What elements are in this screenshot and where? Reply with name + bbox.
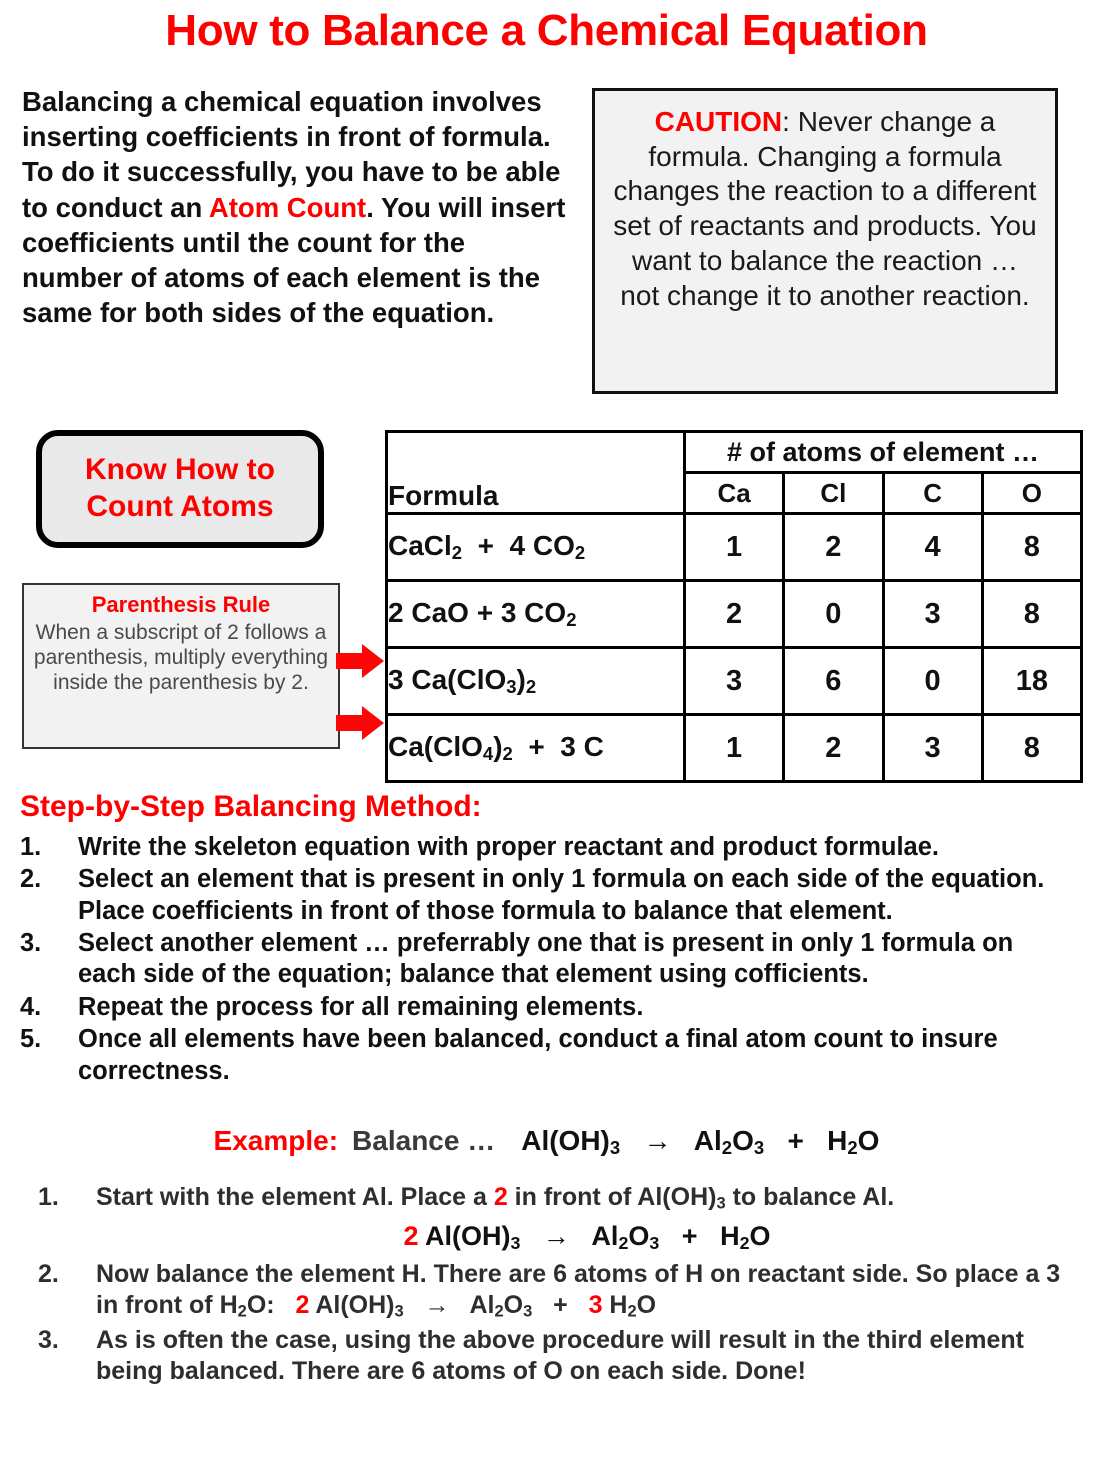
table-row: Ca(ClO4)2 + 3 C 1 2 3 8	[385, 713, 1084, 783]
table-cell-ca: 2	[682, 579, 786, 649]
know-box-line2: Count Atoms	[86, 490, 274, 523]
steps-list: 1. Write the skeleton equation with prop…	[20, 832, 1075, 1088]
example-step-text: Now balance the element H. There are 6 a…	[96, 1260, 1061, 1321]
example-step-item: 3. As is often the case, using the above…	[38, 1325, 1078, 1387]
table-header-formula: Formula	[385, 430, 686, 515]
example-steps-list: 1. Start with the element Al. Place a 2 …	[38, 1182, 1078, 1390]
table-header-span: # of atoms of element …	[683, 430, 1083, 474]
table-cell-ca: 3	[682, 646, 786, 716]
table-cell-c: 3	[881, 713, 984, 783]
step-item: 4. Repeat the process for all remaining …	[20, 992, 1075, 1023]
table-cell-cl: 0	[782, 579, 885, 649]
table-cell-ca: 1	[682, 713, 786, 783]
intro-highlight-atom-count: Atom Count	[208, 191, 367, 223]
arrow-head	[362, 706, 384, 740]
table-cell-c: 4	[881, 512, 984, 582]
arrow-shaft	[336, 715, 364, 731]
table-header-element-c: C	[881, 471, 984, 515]
caution-label: CAUTION	[654, 106, 783, 137]
example-headline: Example: Balance … Al(OH)3 → Al2O3 + H2O	[0, 1125, 1093, 1159]
know-box-text: Know How to Count Atoms	[85, 452, 275, 525]
example-step-number: 3.	[38, 1326, 59, 1355]
table-cell-formula: 3 Ca(ClO3)2	[385, 646, 686, 716]
parenthesis-rule-body: When a subscript of 2 follows a parenthe…	[33, 620, 329, 694]
example-step-text: As is often the case, using the above pr…	[96, 1326, 1024, 1386]
example-step-number: 2.	[38, 1260, 59, 1289]
table-row: 2 CaO + 3 CO2 2 0 3 8	[385, 579, 1084, 649]
know-how-to-count-atoms-box: Know How to Count Atoms	[36, 430, 324, 548]
caution-box: CAUTION: Never change a formula. Changin…	[592, 88, 1058, 394]
example-balance-word: Balance …	[352, 1125, 496, 1156]
step-text: Repeat the process for all remaining ele…	[78, 992, 644, 1021]
step-text: Select another element … preferrably one…	[78, 929, 1014, 989]
step-number: 4.	[20, 992, 42, 1021]
right-arrow-icon-row4	[336, 706, 384, 740]
example-step-body: Start with the element Al. Place a 2 in …	[96, 1182, 1078, 1256]
example-step-item: 1. Start with the element Al. Place a 2 …	[38, 1182, 1078, 1256]
table-row: CaCl2 + 4 CO2 1 2 4 8	[385, 512, 1084, 582]
step-number: 2.	[20, 865, 42, 894]
parenthesis-rule-title: Parenthesis Rule	[91, 592, 271, 617]
table-cell-o: 8	[980, 512, 1084, 582]
table-cell-formula: CaCl2 + 4 CO2	[385, 512, 686, 582]
caution-text: CAUTION: Never change a formula. Changin…	[609, 105, 1041, 313]
example-step-equation: 2 Al(OH)3 → Al2O3 + H2O	[403, 1221, 771, 1253]
table-row: 3 Ca(ClO3)2 3 6 0 18	[385, 646, 1084, 716]
table-cell-formula: 2 CaO + 3 CO2	[385, 579, 686, 649]
arrow-head	[362, 644, 384, 678]
example-step-body: As is often the case, using the above pr…	[96, 1325, 1078, 1387]
table-cell-formula: Ca(ClO4)2 + 3 C	[385, 713, 686, 783]
table-cell-cl: 6	[782, 646, 885, 716]
table-cell-cl: 2	[782, 713, 885, 783]
step-number: 5.	[20, 1025, 42, 1054]
page-title: How to Balance a Chemical Equation	[165, 6, 928, 55]
right-arrow-icon-row3	[336, 644, 384, 678]
intro-paragraph: Balancing a chemical equation involves i…	[22, 84, 567, 330]
table-header-row-span: Formula # of atoms of element …	[385, 430, 1083, 515]
table-cell-cl: 2	[782, 512, 885, 582]
table-header-element-o: O	[980, 471, 1084, 515]
step-text: Once all elements have been balanced, co…	[78, 1025, 998, 1085]
table-cell-o: 8	[980, 713, 1084, 783]
step-number: 1.	[20, 833, 42, 861]
table-cell-ca: 1	[682, 512, 786, 582]
example-step-item: 2. Now balance the element H. There are …	[38, 1259, 1078, 1322]
table-header-element-ca: Ca	[682, 471, 786, 515]
step-item: 5. Once all elements have been balanced,…	[20, 1024, 1075, 1087]
example-step-number: 1.	[38, 1183, 59, 1211]
worksheet-page: How to Balance a Chemical Equation Balan…	[0, 0, 1093, 1468]
step-item: 1. Write the skeleton equation with prop…	[20, 832, 1075, 863]
example-step-text: Start with the element Al. Place a 2 in …	[96, 1183, 895, 1213]
table-cell-c: 0	[881, 646, 984, 716]
step-item: 2. Select an element that is present in …	[20, 864, 1075, 927]
know-box-line1: Know How to	[85, 453, 275, 487]
table-cell-c: 3	[881, 579, 984, 649]
example-label: Example:	[213, 1125, 339, 1156]
step-item: 3. Select another element … preferrably …	[20, 928, 1075, 991]
table-cell-o: 18	[980, 646, 1084, 716]
atom-count-table: Formula # of atoms of element … Ca Cl C …	[385, 430, 1084, 783]
example-equation: Al(OH)3 → Al2O3 + H2O	[521, 1125, 880, 1159]
step-text: Select an element that is present in onl…	[78, 865, 1045, 925]
step-number: 3.	[20, 929, 42, 958]
steps-heading: Step-by-Step Balancing Method:	[20, 790, 482, 823]
example-step-body: Now balance the element H. There are 6 a…	[96, 1259, 1078, 1322]
table-header-element-cl: Cl	[782, 471, 885, 515]
table-cell-o: 8	[980, 579, 1084, 649]
arrow-shaft	[336, 653, 364, 669]
parenthesis-rule-box: Parenthesis Rule When a subscript of 2 f…	[22, 583, 340, 749]
step-text: Write the skeleton equation with proper …	[78, 833, 939, 861]
